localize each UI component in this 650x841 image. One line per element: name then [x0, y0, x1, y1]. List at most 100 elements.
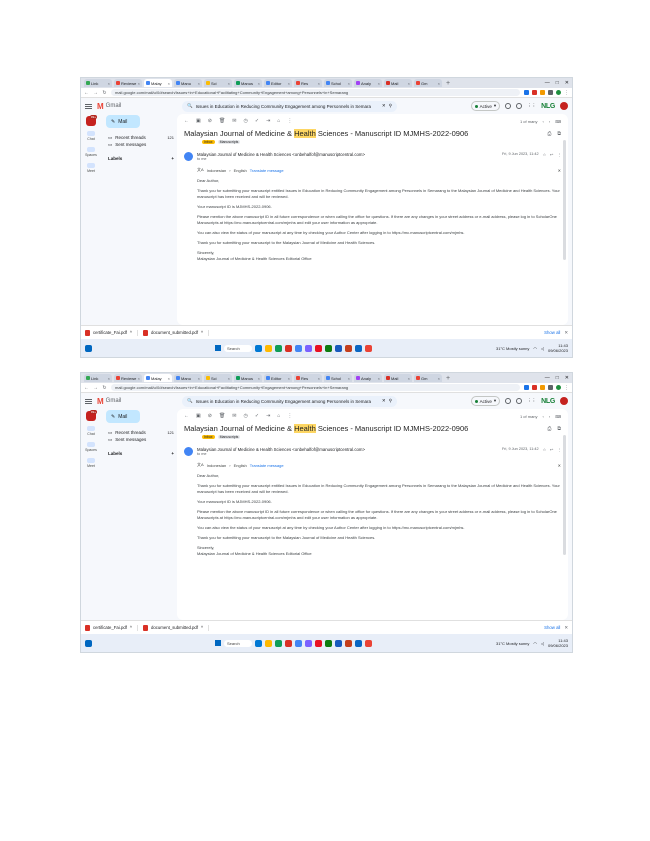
pinned-app-icon[interactable] [315, 639, 322, 647]
maximize-button[interactable]: □ [556, 80, 559, 86]
more-icon[interactable]: ⋮ [557, 152, 561, 157]
pinned-app-icon[interactable] [355, 344, 362, 352]
rail-item[interactable]: Spaces [85, 147, 97, 157]
add-label-icon[interactable]: + [171, 156, 174, 161]
apps-grid-icon[interactable]: ⋮⋮ [527, 398, 536, 404]
scrollbar[interactable] [563, 140, 566, 260]
pinned-app-icon[interactable] [255, 639, 262, 647]
close-tab-icon[interactable]: × [288, 376, 290, 381]
volume-icon[interactable]: ◁ [541, 641, 544, 646]
translate-message-link[interactable]: Translate message [250, 463, 284, 468]
report-spam-icon[interactable]: ⊘ [208, 413, 212, 419]
browser-tab[interactable]: Manu × [174, 79, 202, 87]
move-to-icon[interactable]: ⇥ [266, 413, 270, 419]
taskbar-search[interactable]: Search [224, 639, 252, 647]
pinned-app-icon[interactable] [325, 639, 332, 647]
pinned-app-icon[interactable] [275, 344, 282, 352]
translate-from[interactable]: Indonesian [207, 463, 227, 468]
profile-icon[interactable] [556, 90, 561, 95]
folder-item[interactable]: ▭ Recent threads 121 [104, 134, 174, 141]
pinned-app-icon[interactable] [285, 344, 292, 352]
chevron-up-icon[interactable]: ^ [201, 330, 203, 335]
move-to-icon[interactable]: ⇥ [266, 118, 270, 124]
puzzle-icon[interactable] [548, 385, 553, 390]
older-icon[interactable]: › [549, 414, 550, 419]
folder-item[interactable]: ▭ Recent threads 121 [104, 429, 174, 436]
print-icon[interactable]: ⎙ [547, 426, 551, 432]
url-field[interactable]: mail.google.com/mail/u/0/#search/Issues+… [111, 89, 520, 96]
close-tab-icon[interactable]: × [138, 376, 140, 381]
close-tab-icon[interactable]: × [438, 376, 440, 381]
reload-icon[interactable]: ↻ [102, 385, 107, 391]
browser-tab[interactable]: Manus × [234, 374, 262, 382]
back-icon[interactable]: ← [84, 385, 89, 391]
profile-icon[interactable] [556, 385, 561, 390]
folder-item[interactable]: ▭ Sent messages [104, 141, 174, 148]
close-tab-icon[interactable]: × [318, 376, 320, 381]
browser-tab[interactable]: Analy × [354, 79, 382, 87]
browser-tab[interactable]: Manu × [174, 374, 202, 382]
mark-unread-icon[interactable]: ✉ [232, 413, 236, 419]
open-new-window-icon[interactable]: ⧉ [557, 131, 561, 137]
newer-icon[interactable]: ‹ [543, 414, 544, 419]
minimize-button[interactable]: — [545, 375, 550, 381]
more-icon[interactable]: ⋮ [287, 118, 292, 124]
search-icon[interactable]: 🔍 [187, 103, 193, 109]
recipient-line[interactable]: to me [197, 452, 498, 456]
close-tab-icon[interactable]: × [108, 81, 110, 86]
close-downloads-icon[interactable]: ✕ [564, 625, 568, 631]
search-options-icon[interactable]: ⚲ [389, 398, 392, 404]
gmail-logo[interactable]: M Gmail [97, 102, 177, 111]
older-icon[interactable]: › [549, 119, 550, 124]
close-tab-icon[interactable]: × [378, 376, 380, 381]
widgets-icon[interactable] [85, 639, 92, 647]
pinned-app-icon[interactable] [265, 639, 272, 647]
label-chip-inbox[interactable]: Inbox [202, 435, 215, 439]
compose-button[interactable]: ✎ Mail [106, 115, 140, 128]
label-chip-manuscripts[interactable]: Manuscripts [217, 435, 241, 439]
compose-button[interactable]: ✎ Mail [106, 410, 140, 423]
download-item[interactable]: document_submitted.pdf ^ [142, 624, 210, 631]
pinned-app-icon[interactable] [315, 344, 322, 352]
settings-icon[interactable] [516, 103, 523, 109]
close-tab-icon[interactable]: × [168, 376, 170, 381]
browser-tab[interactable]: Res × [294, 79, 322, 87]
clear-search-icon[interactable]: ✕ [382, 103, 386, 109]
archive-icon[interactable]: ▣ [196, 118, 201, 124]
pinned-app-icon[interactable] [305, 639, 312, 647]
label-icon[interactable]: ⌂ [277, 413, 280, 419]
pinned-app-icon[interactable] [345, 639, 352, 647]
search-options-icon[interactable]: ⚲ [389, 103, 392, 109]
browser-tab[interactable]: Malay × [144, 374, 172, 382]
windows-start-icon[interactable] [215, 345, 221, 351]
close-tab-icon[interactable]: × [288, 81, 290, 86]
close-window-button[interactable]: ✕ [565, 375, 569, 381]
extension-icon[interactable] [532, 90, 537, 95]
close-tab-icon[interactable]: × [348, 376, 350, 381]
rail-item[interactable]: Spaces [85, 442, 97, 452]
print-icon[interactable]: ⎙ [547, 131, 551, 137]
maximize-button[interactable]: □ [556, 375, 559, 381]
browser-tab[interactable]: Manus × [234, 79, 262, 87]
show-all-downloads-link[interactable]: Show all [544, 330, 560, 336]
close-downloads-icon[interactable]: ✕ [564, 330, 568, 336]
add-label-icon[interactable]: + [171, 451, 174, 456]
kebab-menu-icon[interactable]: ⋮ [564, 90, 569, 96]
close-tab-icon[interactable]: × [258, 376, 260, 381]
browser-tab[interactable]: Analy × [354, 374, 382, 382]
mail-app-icon[interactable]: 99+ [86, 410, 97, 421]
browser-tab[interactable]: Reviewe × [114, 374, 142, 382]
close-translate-icon[interactable]: ✕ [558, 168, 561, 173]
star-icon[interactable]: ☆ [543, 152, 546, 157]
mark-unread-icon[interactable]: ✉ [232, 118, 236, 124]
windows-start-icon[interactable] [215, 640, 221, 646]
close-tab-icon[interactable]: × [198, 376, 200, 381]
rail-item[interactable]: Chat [87, 426, 95, 436]
clear-search-icon[interactable]: ✕ [382, 398, 386, 404]
more-icon[interactable]: ⋮ [287, 413, 292, 419]
download-item[interactable]: certificate_Fai.pdf ^ [85, 624, 138, 631]
search-icon[interactable]: 🔍 [187, 398, 193, 404]
pinned-app-icon[interactable] [305, 344, 312, 352]
pinned-app-icon[interactable] [265, 344, 272, 352]
extension-icon[interactable] [524, 385, 529, 390]
